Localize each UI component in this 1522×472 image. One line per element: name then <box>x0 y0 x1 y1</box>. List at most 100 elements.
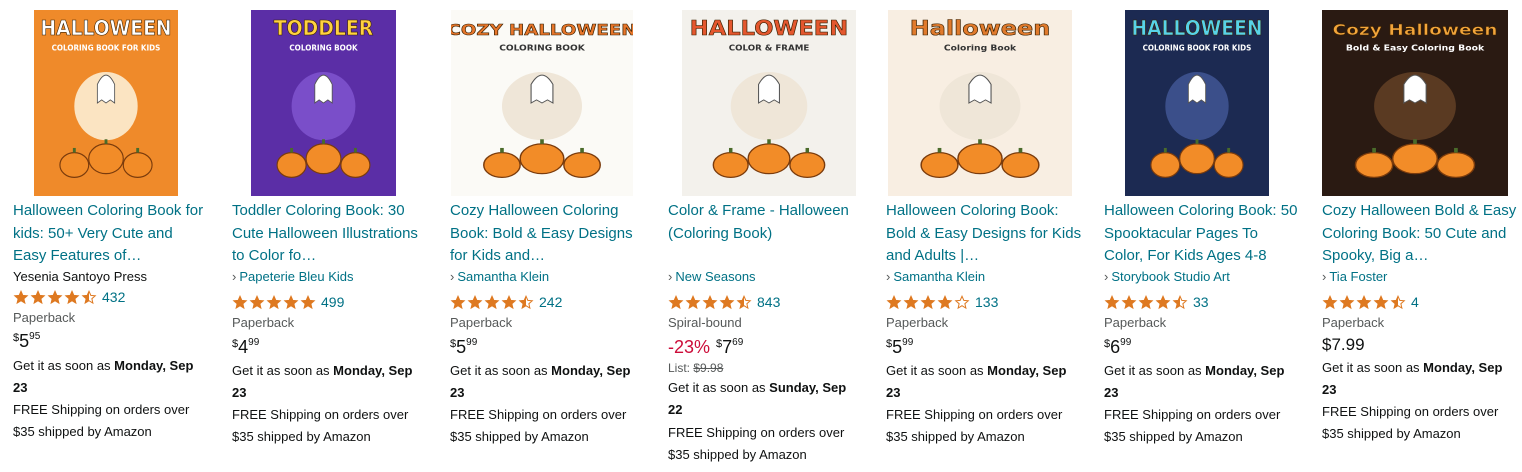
shipping-info: FREE Shipping on orders over $35 shipped… <box>450 407 627 444</box>
cover-title-text: HALLOWEEN <box>1131 16 1262 40</box>
star-icon <box>719 294 735 309</box>
list-price: List: $9.98 <box>668 360 723 376</box>
star-icon <box>249 294 265 309</box>
star-rating[interactable] <box>886 294 971 310</box>
star-icon <box>13 289 29 304</box>
author-name[interactable]: › Tia Foster <box>1322 268 1518 286</box>
format-label: Paperback <box>886 315 949 330</box>
review-count-link[interactable]: 33 <box>1193 294 1209 310</box>
cover-title-text: HALLOWEEN <box>40 16 171 40</box>
cover-subtitle-text: Bold & Easy Coloring Book <box>1346 44 1485 53</box>
product-title-link[interactable]: Cozy Halloween Bold & Easy Coloring Book… <box>1322 200 1518 268</box>
delivery-prefix: Get it as soon as <box>886 363 988 378</box>
book-cover-art: COZY HALLOWEEN COLORING BOOK <box>451 10 633 196</box>
product-image-link[interactable]: COZY HALLOWEEN COLORING BOOK <box>451 10 633 196</box>
product-image-link[interactable]: HALLOWEEN COLORING BOOK FOR KIDS <box>1125 10 1269 196</box>
review-count-link[interactable]: 133 <box>975 294 998 310</box>
product-image-link[interactable]: HALLOWEEN COLORING BOOK FOR KIDS <box>34 10 178 196</box>
product-image-link[interactable]: Cozy Halloween Bold & Easy Coloring Book <box>1322 10 1508 196</box>
product-title-link[interactable]: Cozy Halloween Coloring Book: Bold & Eas… <box>450 200 646 268</box>
price[interactable]: $7.99 <box>1322 334 1365 357</box>
price[interactable]: -23% $769 <box>668 336 743 360</box>
chevron-right-icon: › <box>886 269 891 284</box>
product-title-link[interactable]: Halloween Coloring Book: 50 Spooktacular… <box>1104 200 1300 268</box>
star-icon <box>937 294 953 309</box>
star-rating[interactable] <box>1104 294 1189 310</box>
book-cover-art: Halloween Coloring Book <box>888 10 1072 196</box>
format-label: Paperback <box>450 315 513 330</box>
delivery-prefix: Get it as soon as <box>13 358 115 373</box>
star-rating[interactable] <box>1322 294 1407 310</box>
product-title-link[interactable]: Toddler Coloring Book: 30 Cute Halloween… <box>232 200 428 268</box>
price-fraction: 99 <box>248 337 260 348</box>
cover-subtitle-text: COLORING BOOK <box>289 43 358 52</box>
price-whole: 5 <box>456 337 467 357</box>
price[interactable]: $699 <box>1104 336 1131 360</box>
review-count-link[interactable]: 843 <box>757 294 780 310</box>
review-count-link[interactable]: 499 <box>321 294 344 310</box>
format-label: Spiral-bound <box>668 315 742 330</box>
star-rating[interactable] <box>668 294 753 310</box>
price-fraction: 95 <box>29 331 41 342</box>
cover-title-text: Halloween <box>910 17 1051 41</box>
price[interactable]: $599 <box>450 336 477 360</box>
author-name[interactable]: › Samantha Klein <box>886 268 1082 286</box>
product-title-link[interactable]: Color & Frame - Halloween (Coloring Book… <box>668 200 864 245</box>
star-icon <box>886 294 902 309</box>
chevron-right-icon: › <box>1104 269 1109 284</box>
product-image-link[interactable]: Halloween Coloring Book <box>888 10 1072 196</box>
star-rating[interactable] <box>232 294 317 310</box>
author-label: New Seasons <box>675 269 756 284</box>
star-icon <box>232 294 248 309</box>
author-name[interactable]: › New Seasons <box>668 268 864 286</box>
review-count-link[interactable]: 4 <box>1411 294 1419 310</box>
delivery-estimate: Get it as soon as Monday, Sep 23 <box>886 360 1082 404</box>
cover-subtitle-text: COLORING BOOK FOR KIDS <box>1143 43 1252 52</box>
rating-row: 133 <box>886 293 998 311</box>
delivery-prefix: Get it as soon as <box>668 380 770 395</box>
review-count-link[interactable]: 432 <box>102 289 125 305</box>
star-icon <box>467 294 483 309</box>
chevron-right-icon: › <box>450 269 455 284</box>
author-label: Samantha Klein <box>457 269 550 284</box>
price[interactable]: $499 <box>232 336 259 360</box>
price[interactable]: $595 <box>13 330 40 354</box>
delivery-estimate: Get it as soon as Sunday, Sep 22 <box>668 377 864 421</box>
shipping-info: FREE Shipping on orders over $35 shipped… <box>13 402 190 439</box>
discount-percent: -23% <box>668 337 711 357</box>
delivery-estimate: Get it as soon as Monday, Sep 23 <box>450 360 646 404</box>
star-icon <box>450 294 466 309</box>
price-symbol: $ <box>886 338 893 350</box>
star-icon <box>47 289 63 304</box>
author-name[interactable]: › Storybook Studio Art <box>1104 268 1300 286</box>
half-star-icon <box>1172 294 1188 309</box>
product-title-link[interactable]: Halloween Coloring Book: Bold & Easy Des… <box>886 200 1082 268</box>
product-title-link[interactable]: Halloween Coloring Book for kids: 50+ Ve… <box>13 200 209 268</box>
author-name[interactable]: › Papeterie Bleu Kids <box>232 268 428 286</box>
author-name[interactable]: › Samantha Klein <box>450 268 646 286</box>
shipping-info: FREE Shipping on orders over $35 shipped… <box>232 407 409 444</box>
delivery-estimate: Get it as soon as Monday, Sep 23 <box>232 360 428 404</box>
author-label: Samantha Klein <box>893 269 986 284</box>
star-icon <box>1138 294 1154 309</box>
review-count-link[interactable]: 242 <box>539 294 562 310</box>
shipping-info: FREE Shipping on orders over $35 shipped… <box>886 407 1063 444</box>
rating-row: 432 <box>13 288 125 306</box>
price-whole: 5 <box>19 331 30 351</box>
star-icon <box>685 294 701 309</box>
star-icon <box>1373 294 1389 309</box>
author-label: Yesenia Santoyo Press <box>13 269 147 284</box>
format-label: Paperback <box>1322 315 1385 330</box>
product-image-link[interactable]: TODDLER COLORING BOOK <box>251 10 396 196</box>
star-rating[interactable] <box>13 289 98 305</box>
star-rating[interactable] <box>450 294 535 310</box>
star-icon <box>903 294 919 309</box>
cover-title-text: COZY HALLOWEEN <box>451 20 633 38</box>
cover-title-text: HALLOWEEN <box>690 17 848 41</box>
price-fraction: 99 <box>902 337 914 348</box>
book-cover-art: HALLOWEEN COLORING BOOK FOR KIDS <box>34 10 178 196</box>
shipping-info: FREE Shipping on orders over $35 shipped… <box>1104 407 1281 444</box>
price[interactable]: $599 <box>886 336 913 360</box>
product-image-link[interactable]: HALLOWEEN COLOR & FRAME <box>682 10 856 196</box>
cover-subtitle-text: COLORING BOOK <box>499 43 585 52</box>
